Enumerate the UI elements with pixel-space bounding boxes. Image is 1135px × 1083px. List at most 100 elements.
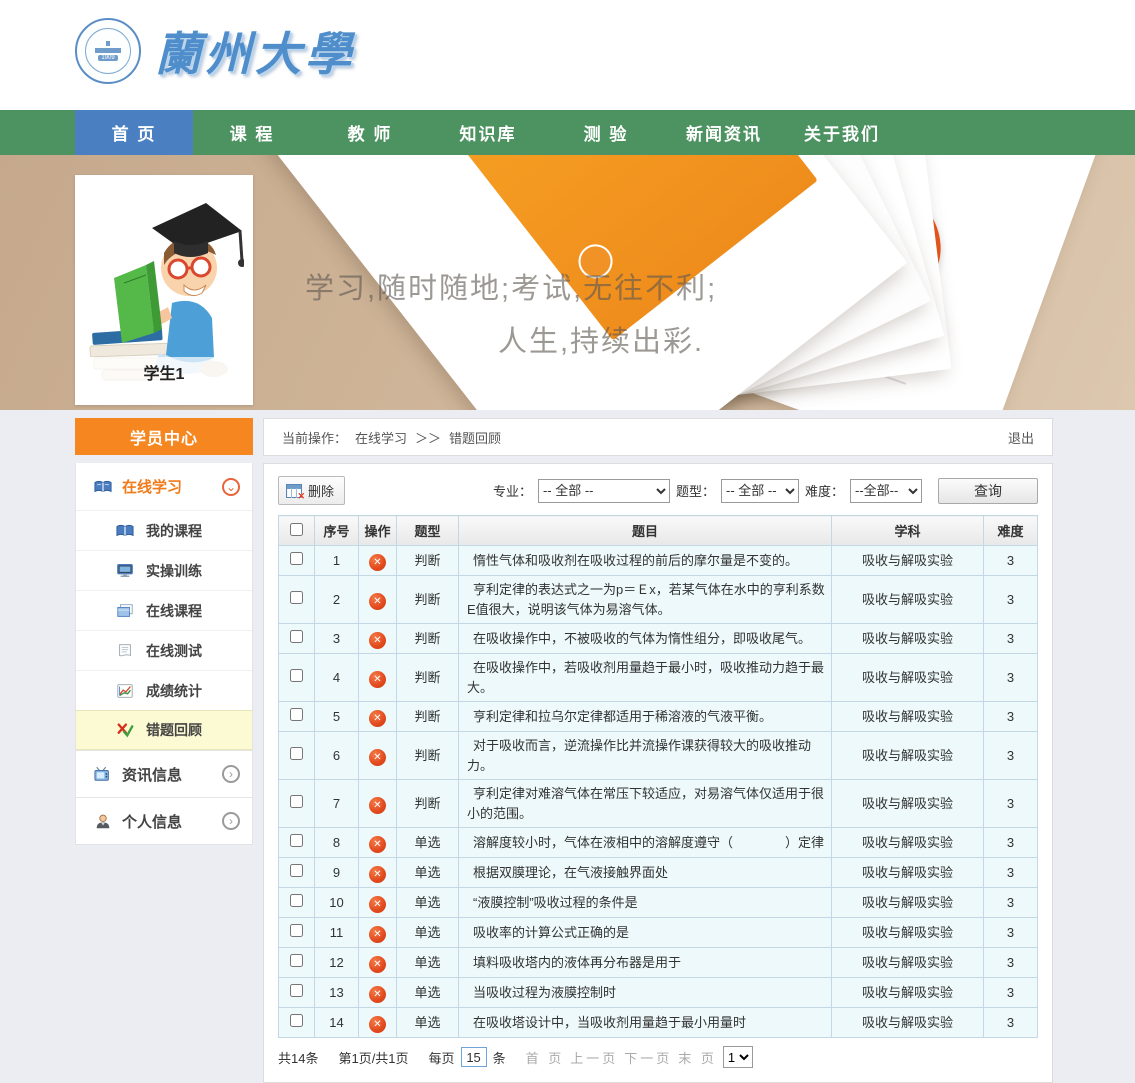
row-checkbox[interactable] [290,795,303,808]
row-checkbox[interactable] [290,669,303,682]
nav-item-knowledge[interactable]: 知识库 [429,110,547,155]
question-type: 判断 [397,780,459,828]
search-button[interactable]: 查询 [938,478,1038,504]
sidebar-item-online-courses[interactable]: 在线课程 [76,590,252,630]
next-page-link[interactable]: 下一页 [624,1048,672,1067]
nav-item-home[interactable]: 首 页 [75,110,193,155]
question-type: 判断 [397,732,459,780]
row-number: 12 [315,948,359,978]
chevron-right-icon[interactable]: › [222,812,240,830]
filter-major-label: 专业： [493,481,532,500]
row-checkbox[interactable] [290,954,303,967]
row-checkbox[interactable] [290,708,303,721]
hero-banner: 学习,随时随地;考试,无往不利; 人生,持续出彩. [0,155,1135,410]
table-row: 6 判断 对于吸收而言，逆流操作比并流操作课获得较大的吸收推动力。 吸收与解吸实… [279,732,1038,780]
table-delete-icon [286,484,302,498]
student-avatar-card: 学生1 [75,175,253,405]
delete-row-icon[interactable] [369,986,386,1003]
first-page-link[interactable]: 首 页 [526,1048,565,1067]
delete-row-icon[interactable] [369,671,386,688]
row-checkbox[interactable] [290,591,303,604]
delete-row-icon[interactable] [369,710,386,727]
row-number: 7 [315,780,359,828]
question-text: 根据双膜理论，在气液接触界面处 [459,858,832,888]
table-header-row: 序号 操作 题型 题目 学科 难度 [279,516,1038,546]
sidebar-item-score-statistics[interactable]: 成绩统计 [76,670,252,710]
open-book-icon [94,479,112,495]
sidebar-item-online-test[interactable]: 在线测试 [76,630,252,670]
difficulty: 3 [984,654,1038,702]
sidebar-item-my-courses[interactable]: 我的课程 [76,510,252,550]
sidebar-item-news-info[interactable]: 资讯信息 › [76,750,252,797]
difficulty: 3 [984,888,1038,918]
nav-item-about[interactable]: 关于我们 [783,110,901,155]
chevron-right-icon[interactable]: › [222,765,240,783]
row-checkbox[interactable] [290,984,303,997]
subject: 吸收与解吸实验 [832,654,984,702]
site-header: 1909 蘭州大學 [0,0,1135,110]
row-checkbox[interactable] [290,834,303,847]
delete-row-icon[interactable] [369,797,386,814]
subject: 吸收与解吸实验 [832,546,984,576]
webpage-mockup-graphic [410,155,818,340]
row-checkbox[interactable] [290,864,303,877]
delete-row-icon[interactable] [369,632,386,649]
col-header-difficulty: 难度 [984,516,1038,546]
logout-link[interactable]: 退出 [1008,428,1034,447]
sidebar-item-personal-info[interactable]: 个人信息 › [76,797,252,844]
difficulty-select[interactable]: --全部-- [850,479,922,503]
tv-icon [94,766,112,782]
delete-row-icon[interactable] [369,956,386,973]
delete-button[interactable]: 删除 [278,476,345,505]
subject: 吸收与解吸实验 [832,828,984,858]
nav-item-news[interactable]: 新闻资讯 [665,110,783,155]
row-checkbox[interactable] [290,924,303,937]
subject: 吸收与解吸实验 [832,978,984,1008]
delete-row-icon[interactable] [369,1016,386,1033]
sidebar-item-label: 成绩统计 [146,681,202,701]
page-number-select[interactable]: 1 [723,1046,753,1068]
row-number: 5 [315,702,359,732]
nav-item-tests[interactable]: 测 验 [547,110,665,155]
filter-difficulty-label: 难度： [805,481,844,500]
last-page-link[interactable]: 末 页 [678,1048,717,1067]
university-name: 蘭州大學 [155,18,355,84]
sidebar-item-practice-training[interactable]: 实操训练 [76,550,252,590]
delete-row-icon[interactable] [369,593,386,610]
sidebar-item-label: 错题回顾 [146,720,202,740]
per-page-label: 每页 [429,1048,455,1067]
delete-row-icon[interactable] [369,836,386,853]
breadcrumb-section[interactable]: 在线学习 [355,428,407,447]
delete-row-icon[interactable] [369,554,386,571]
university-seal-icon: 1909 [75,18,141,84]
select-all-checkbox[interactable] [290,523,303,536]
chevron-down-icon[interactable]: ⌄ [222,478,240,496]
student-illustration [84,183,244,383]
col-header-question: 题目 [459,516,832,546]
major-select[interactable]: -- 全部 -- [538,479,670,503]
row-checkbox[interactable] [290,552,303,565]
question-type: 单选 [397,828,459,858]
nav-item-courses[interactable]: 课 程 [193,110,311,155]
sidebar-header-student-center[interactable]: 学员中心 [75,418,253,455]
per-page-input[interactable] [461,1047,487,1067]
row-checkbox[interactable] [290,894,303,907]
delete-row-icon[interactable] [369,866,386,883]
delete-row-icon[interactable] [369,926,386,943]
row-checkbox[interactable] [290,1014,303,1027]
delete-button-label: 删除 [308,481,334,500]
question-type-select[interactable]: -- 全部 -- [721,479,799,503]
row-checkbox[interactable] [290,630,303,643]
row-checkbox[interactable] [290,747,303,760]
col-header-subject: 学科 [832,516,984,546]
sidebar-item-online-learning[interactable]: 在线学习 ⌄ [76,463,252,510]
delete-row-icon[interactable] [369,749,386,766]
sidebar-item-label: 资讯信息 [122,764,212,785]
table-row: 1 判断 惰性气体和吸收剂在吸收过程的前后的摩尔量是不变的。 吸收与解吸实验 3 [279,546,1038,576]
nav-item-teachers[interactable]: 教 师 [311,110,429,155]
university-logo: 1909 蘭州大學 [75,18,355,84]
sidebar-item-wrong-question-review[interactable]: 错题回顾 [76,710,252,750]
question-type: 单选 [397,978,459,1008]
delete-row-icon[interactable] [369,896,386,913]
prev-page-link[interactable]: 上一页 [570,1048,618,1067]
